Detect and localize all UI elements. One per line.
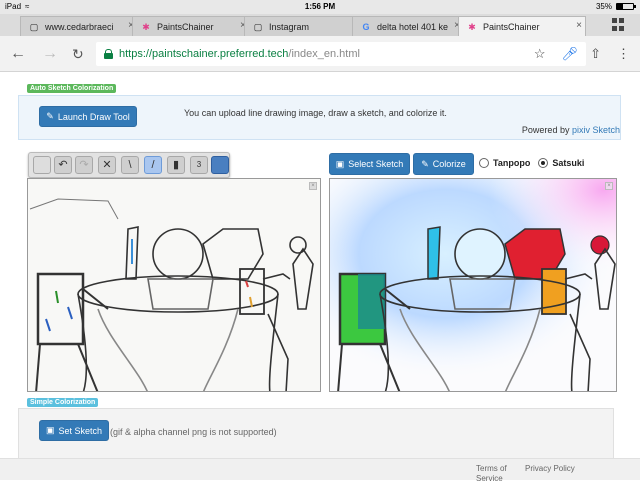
tab-delta-hotel[interactable]: G delta hotel 401 ke ×: [352, 16, 464, 36]
page-footer: Terms of Service Privacy Policy: [0, 458, 640, 483]
brush-size-selector[interactable]: 3: [190, 156, 208, 174]
sketch-canvas[interactable]: ×: [27, 178, 321, 392]
clear-icon[interactable]: ✕: [98, 156, 116, 174]
tab-title: PaintsChainer: [483, 21, 540, 32]
select-sketch-label: Select Sketch: [348, 159, 404, 169]
radio-satsuki-label: Satsuki: [552, 158, 585, 168]
page-content: Auto Sketch Colorization ✎ Launch Draw T…: [0, 72, 640, 483]
set-sketch-button[interactable]: ▣ Set Sketch: [39, 420, 109, 441]
format-note: (gif & alpha channel png is not supporte…: [110, 427, 277, 437]
colorized-image: [330, 179, 616, 391]
tab-paintschainer-1[interactable]: ✱ PaintsChainer ×: [132, 16, 250, 36]
ios-status-bar: iPad ≈ 1:56 PM 35%: [0, 0, 640, 14]
redo-icon[interactable]: ↷: [75, 156, 93, 174]
url-host: https://paintschainer.preferred.tech: [119, 48, 289, 60]
colorize-label: Colorize: [432, 159, 466, 169]
tab-strip: ▢ www.cedarbraeci × ✱ PaintsChainer × ▢ …: [0, 14, 640, 36]
lock-icon: [104, 49, 113, 59]
launch-draw-tool-button[interactable]: ✎ Launch Draw Tool: [39, 106, 137, 127]
section-label-auto: Auto Sketch Colorization: [27, 84, 117, 93]
color-picker-swatch[interactable]: [211, 156, 229, 174]
tab-title: PaintsChainer: [157, 21, 214, 32]
forward-arrow-icon[interactable]: →: [42, 45, 58, 63]
image-icon: ▣: [335, 158, 345, 169]
back-arrow-icon[interactable]: ←: [10, 45, 26, 63]
microphone-icon[interactable]: 🎤︎: [561, 46, 578, 62]
menu-icon[interactable]: ⋮: [617, 46, 630, 62]
select-sketch-button[interactable]: ▣ Select Sketch: [329, 153, 410, 175]
paintschainer-icon: ✱: [142, 22, 150, 32]
tab-paintschainer-active[interactable]: ✱ PaintsChainer ×: [458, 16, 586, 36]
radio-satsuki[interactable]: [538, 158, 549, 168]
tab-title: Instagram: [269, 21, 310, 32]
section-label-simple: Simple Colorization: [27, 398, 99, 407]
undo-icon[interactable]: ↶: [54, 156, 72, 174]
line-tool-icon[interactable]: \: [121, 156, 139, 174]
doc-icon: ▢: [253, 22, 263, 32]
edit-icon: ✎: [46, 111, 54, 121]
style-selector: Tanpopo Satsuki: [479, 158, 584, 168]
close-icon[interactable]: ×: [576, 20, 582, 31]
powered-by-text: Powered by: [521, 125, 570, 135]
set-sketch-label: Set Sketch: [58, 425, 103, 436]
drawing-toolbar: ↶ ↷ ✕ \ / ▮ 3: [28, 152, 230, 178]
image-icon: ▣: [45, 425, 55, 435]
radio-tanpopo[interactable]: [479, 158, 489, 168]
colorize-button[interactable]: ✎ Colorize: [413, 153, 474, 175]
star-icon[interactable]: ☆: [534, 46, 546, 62]
doc-icon: ▢: [29, 22, 39, 32]
battery-icon: [616, 3, 636, 10]
tab-switcher-icon[interactable]: [612, 18, 626, 32]
tab-title: delta hotel 401 ke: [377, 21, 449, 32]
close-icon[interactable]: ×: [605, 182, 613, 190]
tool-description: You can upload line drawing image, draw …: [184, 108, 447, 118]
clock: 1:56 PM: [304, 2, 336, 11]
reload-icon[interactable]: ↻: [72, 46, 84, 63]
battery-percent: 35%: [595, 2, 612, 11]
privacy-link[interactable]: Privacy Policy: [525, 464, 575, 473]
launch-draw-tool-label: Launch Draw Tool: [57, 111, 130, 122]
address-bar[interactable]: https://paintschainer.preferred.tech/ind…: [96, 42, 586, 66]
brush-tool-icon[interactable]: /: [144, 156, 162, 174]
share-icon[interactable]: ⇧: [590, 46, 601, 62]
eraser-icon[interactable]: ▮: [167, 156, 185, 174]
colorized-result-canvas: ×: [329, 178, 617, 392]
powered-by: Powered by pixiv Sketch: [522, 125, 620, 135]
close-icon[interactable]: ×: [309, 182, 317, 190]
terms-link[interactable]: Terms of Service: [476, 464, 518, 484]
paintschainer-icon: ✱: [468, 22, 476, 32]
radio-tanpopo-label: Tanpopo: [493, 158, 531, 168]
browser-toolbar: ← → ↻ https://paintschainer.preferred.te…: [0, 36, 640, 72]
sketch-drawing: [29, 198, 314, 391]
tab-title: www.cedarbraeci: [45, 21, 114, 32]
tab-instagram[interactable]: ▢ Instagram ×: [244, 16, 362, 36]
google-icon: G: [362, 22, 370, 32]
edit-icon: ✎: [421, 158, 429, 169]
handle-icon[interactable]: [33, 156, 51, 174]
pixiv-sketch-link[interactable]: pixiv Sketch: [572, 125, 620, 135]
url-path: /index_en.html: [288, 48, 360, 60]
tab-cedarbrae[interactable]: ▢ www.cedarbraeci ×: [20, 16, 138, 36]
